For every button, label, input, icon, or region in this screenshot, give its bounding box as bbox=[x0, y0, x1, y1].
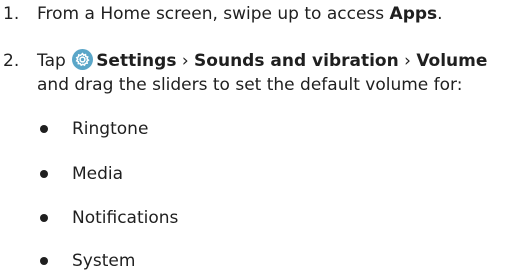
bullet-icon bbox=[40, 170, 48, 178]
bullet-icon bbox=[40, 214, 48, 222]
bullet-text-system: System bbox=[72, 251, 136, 271]
list-item: Notifications bbox=[0, 206, 514, 230]
bullet-text-media: Media bbox=[72, 164, 124, 184]
sounds-and-vibration-label: Sounds and vibration bbox=[194, 51, 399, 71]
separator-1: › bbox=[176, 51, 195, 71]
tap-label: Tap bbox=[37, 51, 72, 71]
bullet-text-notifications: Notifications bbox=[72, 208, 179, 228]
bullet-icon bbox=[40, 257, 48, 265]
step-2-line-1: Tap Settings › Sounds and vibration › Vo… bbox=[37, 49, 514, 73]
step-2-text: Tap Settings › Sounds and vibration › Vo… bbox=[37, 49, 514, 97]
list-item: System bbox=[0, 249, 514, 273]
list-item: Ringtone bbox=[0, 117, 514, 141]
volume-label: Volume bbox=[416, 51, 488, 71]
settings-gear-icon bbox=[72, 49, 94, 70]
step-1-text-before: From a Home screen, swipe up to access bbox=[37, 4, 390, 24]
bullet-icon bbox=[40, 125, 48, 133]
step-2-number: 2. bbox=[3, 51, 20, 71]
step-2-line-2: and drag the sliders to set the default … bbox=[37, 75, 463, 95]
bullet-text-ringtone: Ringtone bbox=[72, 119, 149, 139]
step-1-number: 1. bbox=[3, 4, 20, 24]
list-item: Media bbox=[0, 162, 514, 186]
step-1-text-after: . bbox=[437, 4, 443, 24]
apps-label: Apps bbox=[389, 4, 438, 24]
settings-label: Settings bbox=[96, 51, 177, 71]
separator-2: › bbox=[398, 51, 417, 71]
step-1-text: From a Home screen, swipe up to access A… bbox=[37, 2, 514, 26]
